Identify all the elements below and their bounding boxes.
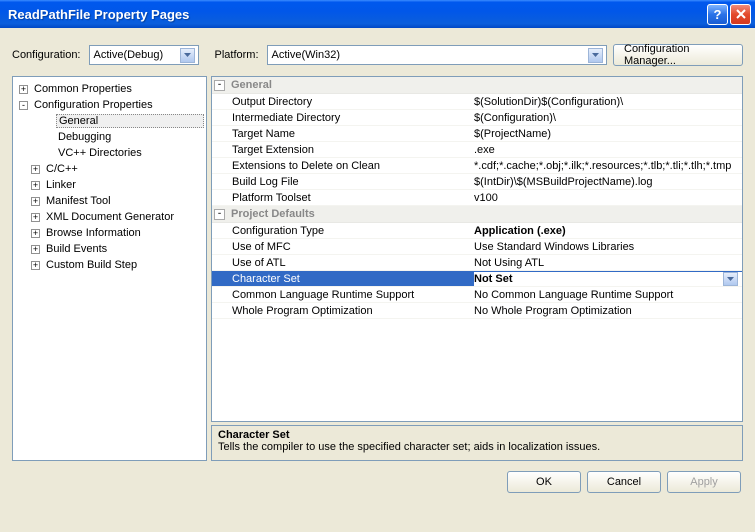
tree-item-debugging[interactable]: Debugging	[15, 129, 204, 145]
category-tree[interactable]: +Common Properties -Configuration Proper…	[12, 76, 207, 461]
prop-row[interactable]: Common Language Runtime SupportNo Common…	[212, 287, 742, 303]
platform-label: Platform:	[215, 49, 259, 61]
prop-row[interactable]: Platform Toolsetv100	[212, 190, 742, 206]
expand-icon[interactable]: +	[31, 197, 40, 206]
tree-item-linker[interactable]: +Linker	[15, 177, 204, 193]
tree-item-build-events[interactable]: +Build Events	[15, 241, 204, 257]
chevron-down-icon	[588, 48, 603, 63]
prop-row[interactable]: Target Name$(ProjectName)	[212, 126, 742, 142]
config-toolbar: Configuration: Active(Debug) Platform: A…	[12, 44, 743, 66]
collapse-icon[interactable]: -	[214, 80, 225, 91]
platform-dropdown[interactable]: Active(Win32)	[267, 45, 607, 65]
prop-row[interactable]: Whole Program OptimizationNo Whole Progr…	[212, 303, 742, 319]
configuration-value: Active(Debug)	[94, 49, 164, 61]
tree-item-vc-directories[interactable]: VC++ Directories	[15, 145, 204, 161]
expand-icon[interactable]: +	[31, 229, 40, 238]
description-panel: Character Set Tells the compiler to use …	[211, 425, 743, 461]
tree-item-general[interactable]: General	[15, 113, 204, 129]
tree-item-browse-information[interactable]: +Browse Information	[15, 225, 204, 241]
tree-item-custom-build-step[interactable]: +Custom Build Step	[15, 257, 204, 273]
cancel-button[interactable]: Cancel	[587, 471, 661, 493]
prop-row[interactable]: Output Directory$(SolutionDir)$(Configur…	[212, 94, 742, 110]
expand-icon[interactable]: +	[31, 213, 40, 222]
apply-button[interactable]: Apply	[667, 471, 741, 493]
close-icon[interactable]	[730, 4, 751, 25]
window-title: ReadPathFile Property Pages	[8, 7, 705, 22]
prop-row[interactable]: Use of MFCUse Standard Windows Libraries	[212, 239, 742, 255]
prop-row[interactable]: Build Log File$(IntDir)\$(MSBuildProject…	[212, 174, 742, 190]
help-icon[interactable]: ?	[707, 4, 728, 25]
prop-row[interactable]: Target Extension.exe	[212, 142, 742, 158]
title-bar: ReadPathFile Property Pages ?	[0, 0, 755, 28]
expand-icon[interactable]: +	[31, 245, 40, 254]
description-text: Tells the compiler to use the specified …	[218, 441, 736, 453]
description-title: Character Set	[218, 429, 736, 441]
expand-icon[interactable]: +	[31, 181, 40, 190]
dialog-buttons: OK Cancel Apply	[12, 471, 743, 493]
section-project-defaults[interactable]: -Project Defaults	[212, 206, 742, 223]
platform-value: Active(Win32)	[272, 49, 340, 61]
tree-item-configuration-properties[interactable]: -Configuration Properties	[15, 97, 204, 113]
configuration-dropdown[interactable]: Active(Debug)	[89, 45, 199, 65]
chevron-down-icon	[180, 48, 195, 63]
character-set-dropdown[interactable]: Not Set	[474, 272, 742, 286]
configuration-manager-button[interactable]: Configuration Manager...	[613, 44, 743, 66]
tree-item-manifest-tool[interactable]: +Manifest Tool	[15, 193, 204, 209]
collapse-icon[interactable]: -	[19, 101, 28, 110]
ok-button[interactable]: OK	[507, 471, 581, 493]
collapse-icon[interactable]: -	[214, 209, 225, 220]
chevron-down-icon	[723, 272, 738, 286]
property-grid[interactable]: -General Output Directory$(SolutionDir)$…	[211, 76, 743, 422]
tree-item-c-cpp[interactable]: +C/C++	[15, 161, 204, 177]
expand-icon[interactable]: +	[31, 165, 40, 174]
expand-icon[interactable]: +	[31, 261, 40, 270]
prop-row-character-set[interactable]: Character SetNot Set	[212, 271, 742, 287]
prop-row[interactable]: Use of ATLNot Using ATL	[212, 255, 742, 271]
prop-row[interactable]: Intermediate Directory$(Configuration)\	[212, 110, 742, 126]
configuration-label: Configuration:	[12, 49, 81, 61]
section-general[interactable]: -General	[212, 77, 742, 94]
prop-row[interactable]: Configuration TypeApplication (.exe)	[212, 223, 742, 239]
prop-row[interactable]: Extensions to Delete on Clean*.cdf;*.cac…	[212, 158, 742, 174]
expand-icon[interactable]: +	[19, 85, 28, 94]
tree-item-common-properties[interactable]: +Common Properties	[15, 81, 204, 97]
tree-item-xml-doc-generator[interactable]: +XML Document Generator	[15, 209, 204, 225]
